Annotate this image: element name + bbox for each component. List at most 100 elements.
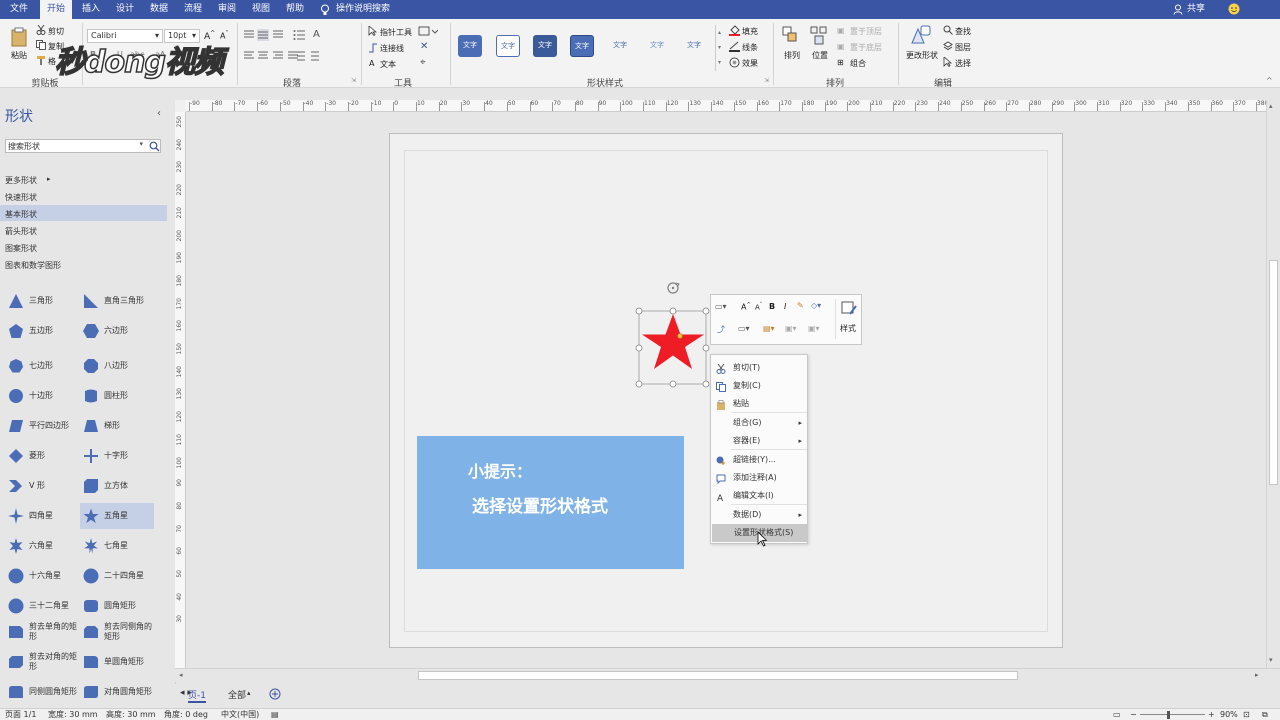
context-menu-item[interactable]: 复制(C) — [711, 377, 807, 395]
category-chart-math[interactable]: 图表和数学图形 — [5, 260, 61, 271]
status-page[interactable]: 页面 1/1 — [5, 709, 36, 720]
shape-style-6[interactable]: 文字 — [645, 35, 669, 57]
shape-stencil-item[interactable]: 剪去对角的矩形 — [5, 649, 79, 675]
selected-star-shape[interactable] — [632, 279, 714, 391]
chevron-down-icon[interactable]: ▾ — [139, 140, 143, 148]
line-button[interactable]: 线条 — [742, 42, 758, 53]
grow-font-icon[interactable]: A^ — [741, 302, 751, 312]
bring-front-icon[interactable]: ▣▾ — [785, 324, 797, 333]
add-page-icon[interactable] — [269, 688, 281, 700]
shape-stencil-item[interactable]: 二十四角星 — [80, 563, 154, 589]
shape-stencil-item[interactable]: 六边形 — [80, 318, 154, 344]
shape-stencil-item[interactable]: 四角星 — [5, 503, 79, 529]
shape-stencil-item[interactable]: 对角圆角矩形 — [80, 679, 154, 705]
shape-stencil-item[interactable]: 三角形 — [5, 288, 79, 314]
context-menu-item[interactable]: 组合(G) ▸ — [711, 414, 807, 432]
control-handle[interactable] — [677, 333, 683, 339]
page-tab-1[interactable]: 页-1 — [188, 688, 206, 703]
context-menu-item[interactable]: 容器(E) ▸ — [711, 432, 807, 450]
scroll-down-icon[interactable]: ▾ — [1269, 656, 1273, 664]
layers-button[interactable]: 图层 — [955, 42, 971, 53]
shape-style-1[interactable]: 文字 — [458, 35, 482, 57]
dialog-launcher-icon[interactable]: ⇲ — [764, 77, 769, 84]
shape-style-4[interactable]: 文字 — [570, 35, 594, 57]
menu-insert[interactable]: 插入 — [76, 0, 106, 19]
zoom-slider-thumb[interactable] — [1167, 711, 1170, 719]
shape-stencil-item[interactable]: 剪去同侧角的矩形 — [80, 619, 154, 645]
effects-button[interactable]: 效果 — [742, 58, 758, 69]
shape-stencil-item[interactable]: 菱形 — [5, 443, 79, 469]
cut-button[interactable]: 剪切 — [48, 26, 64, 37]
tell-me-search[interactable]: 操作说明搜索 — [336, 0, 396, 19]
shape-stencil-item[interactable]: 七角星 — [80, 533, 154, 559]
resize-handle[interactable] — [702, 344, 710, 352]
bring-to-front-button[interactable]: 置于顶层 — [850, 26, 882, 37]
menu-design[interactable]: 设计 — [110, 0, 140, 19]
status-language[interactable]: 中文(中国) — [221, 709, 259, 720]
dialog-launcher-icon[interactable]: ⇲ — [351, 77, 356, 84]
rectangle-tool-icon[interactable] — [418, 26, 438, 36]
resize-handle[interactable] — [669, 307, 677, 315]
switch-windows-icon[interactable]: ⧉ — [1262, 709, 1268, 720]
shape-stencil-item[interactable]: V 形 — [5, 473, 79, 499]
resize-handle[interactable] — [635, 380, 643, 388]
category-basic-shapes[interactable]: 基本形状 — [5, 209, 37, 220]
arrange-icon[interactable]: ▤▾ — [763, 324, 775, 333]
resize-handle[interactable] — [635, 307, 643, 315]
italic-icon[interactable]: I — [784, 302, 786, 311]
shrink-font-icon[interactable]: A˅ — [755, 302, 762, 311]
context-menu-item[interactable]: 粘贴 — [711, 395, 807, 413]
shape-style-7[interactable]: 文字 — [682, 35, 706, 57]
fill-button[interactable]: 填充 — [742, 26, 758, 37]
shape-search-input[interactable]: 搜索形状 ▾ — [5, 139, 161, 153]
horizontal-scroll-thumb[interactable] — [418, 671, 1018, 680]
format-painter-icon[interactable]: ✎ — [797, 301, 804, 310]
resize-handle[interactable] — [702, 307, 710, 315]
zoom-slider-track[interactable] — [1140, 714, 1205, 715]
shape-stencil-item[interactable]: 圆柱形 — [80, 383, 154, 409]
line-style-icon[interactable]: ▭▾ — [738, 324, 750, 333]
vertical-scroll-thumb[interactable] — [1269, 260, 1278, 485]
shape-stencil-item[interactable]: 圆角矩形 — [80, 593, 154, 619]
select-button[interactable]: 选择 — [955, 58, 971, 69]
find-button[interactable]: 查找 — [955, 26, 971, 37]
pointer-tool-button[interactable]: 指针工具 — [380, 27, 412, 38]
menu-view[interactable]: 视图 — [246, 0, 276, 19]
shape-stencil-item[interactable]: 直角三角形 — [80, 288, 154, 314]
send-to-back-button[interactable]: 置于底层 — [850, 42, 882, 53]
shape-style-5[interactable]: 文字 — [608, 35, 632, 57]
menu-process[interactable]: 流程 — [178, 0, 208, 19]
text-direction-icon[interactable]: A — [313, 29, 320, 40]
shape-stencil-item[interactable]: 平行四边形 — [5, 413, 79, 439]
menu-help[interactable]: 帮助 — [280, 0, 310, 19]
category-quick-shapes[interactable]: 快速形状 — [5, 192, 37, 203]
shape-stencil-item[interactable]: 立方体 — [80, 473, 154, 499]
zoom-out-button[interactable]: − — [1130, 709, 1137, 720]
zoom-in-button[interactable]: + — [1208, 709, 1215, 720]
collapse-panel-icon[interactable]: ‹ — [157, 108, 161, 119]
fit-window-icon[interactable]: ⊡ — [1243, 709, 1250, 720]
vertical-scrollbar[interactable]: ▴ ▾ — [1266, 100, 1280, 668]
shape-style-2[interactable]: 文字 — [496, 35, 520, 57]
change-shape-button[interactable]: 更改形状 — [906, 50, 938, 61]
close-icon[interactable]: ✕ — [420, 41, 428, 52]
menu-home[interactable]: 开始 — [40, 0, 72, 19]
context-menu-item[interactable]: 添加注释(A) — [711, 469, 807, 487]
share-button[interactable]: 共享 — [1185, 0, 1207, 19]
shape-stencil-item[interactable]: 单圆角矩形 — [80, 649, 154, 675]
scroll-left-icon[interactable]: ◂ — [179, 671, 183, 679]
all-pages-button[interactable]: 全部 — [228, 688, 246, 701]
connector-button[interactable]: 连接线 — [380, 43, 404, 54]
category-pattern-shapes[interactable]: 图案形状 — [5, 243, 37, 254]
context-menu-item[interactable]: 剪切(T) — [711, 359, 807, 377]
resize-handle[interactable] — [635, 344, 643, 352]
position-button[interactable]: 位置 — [812, 50, 828, 61]
shape-stencil-item[interactable]: 剪去单角的矩形 — [5, 619, 79, 645]
shape-type-icon[interactable]: ▭▾ — [715, 302, 727, 311]
grow-font-icon[interactable]: A^ — [204, 30, 215, 42]
shape-stencil-item[interactable]: 七边形 — [5, 353, 79, 379]
rotate-handle-icon[interactable] — [667, 282, 680, 294]
collapse-ribbon-icon[interactable]: ^ — [1266, 76, 1273, 85]
group-button[interactable]: 组合 — [850, 58, 866, 69]
context-menu-item[interactable]: 数据(D) ▸ — [711, 506, 807, 524]
